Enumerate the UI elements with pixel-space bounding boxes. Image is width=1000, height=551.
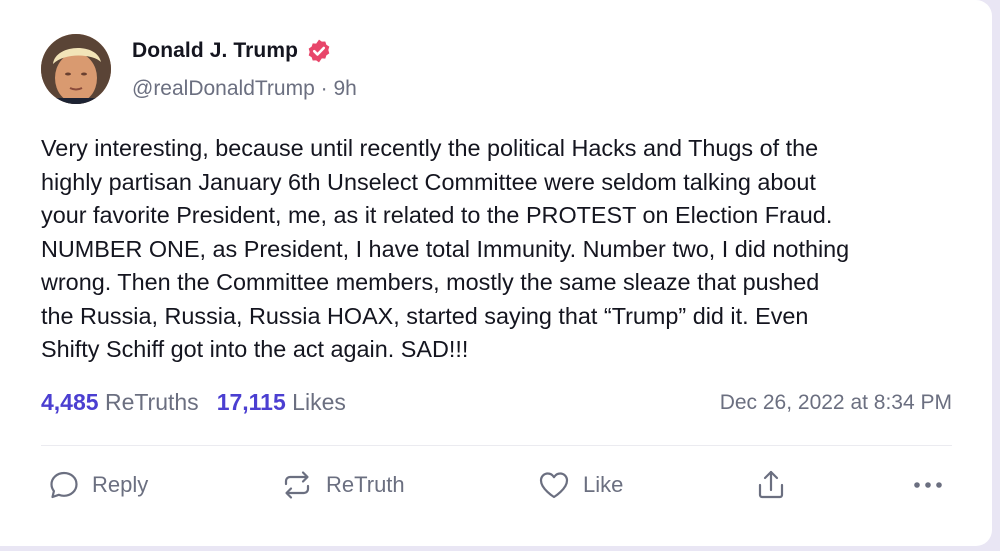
retruth-label: ReTruth: [326, 472, 405, 497]
avatar[interactable]: [41, 34, 111, 104]
retruths-count: 4,485: [41, 389, 99, 415]
heart-icon: [539, 472, 569, 499]
share-button[interactable]: [754, 465, 788, 505]
like-button[interactable]: Like: [537, 465, 623, 505]
post-stats: 4,485 ReTruths 17,115 Likes: [41, 389, 346, 416]
post-text: Very interesting, because until recently…: [41, 135, 850, 362]
like-label: Like: [583, 472, 624, 497]
author-handle[interactable]: @realDonaldTrump: [132, 77, 315, 100]
separator: ·: [320, 77, 328, 100]
post-age[interactable]: 9h: [333, 77, 356, 100]
speech-bubble-icon: [50, 471, 78, 499]
author-name[interactable]: Donald J. Trump: [132, 39, 298, 63]
likes-stat[interactable]: 17,115 Likes: [217, 389, 346, 416]
reply-button[interactable]: Reply: [48, 465, 148, 505]
handle-row: @realDonaldTrump · 9h: [132, 77, 357, 101]
likes-label: Likes: [292, 389, 346, 415]
more-options-button[interactable]: [910, 465, 946, 505]
ellipsis-icon: [914, 482, 942, 488]
retruths-stat[interactable]: 4,485 ReTruths: [41, 389, 199, 416]
retruth-button[interactable]: ReTruth: [280, 465, 405, 505]
author-row: Donald J. Trump: [132, 38, 332, 64]
post-timestamp[interactable]: Dec 26, 2022 at 8:34 PM: [720, 391, 952, 415]
likes-count: 17,115: [216, 389, 286, 415]
repost-arrows-icon: [284, 471, 310, 499]
divider: [41, 445, 952, 446]
post-card: Donald J. Trump @realDonaldTrump · 9h Ve…: [0, 0, 992, 546]
verified-badge-icon: [308, 39, 330, 63]
retruths-label: ReTruths: [104, 389, 199, 415]
share-upload-icon: [758, 470, 784, 499]
reply-label: Reply: [92, 472, 149, 497]
